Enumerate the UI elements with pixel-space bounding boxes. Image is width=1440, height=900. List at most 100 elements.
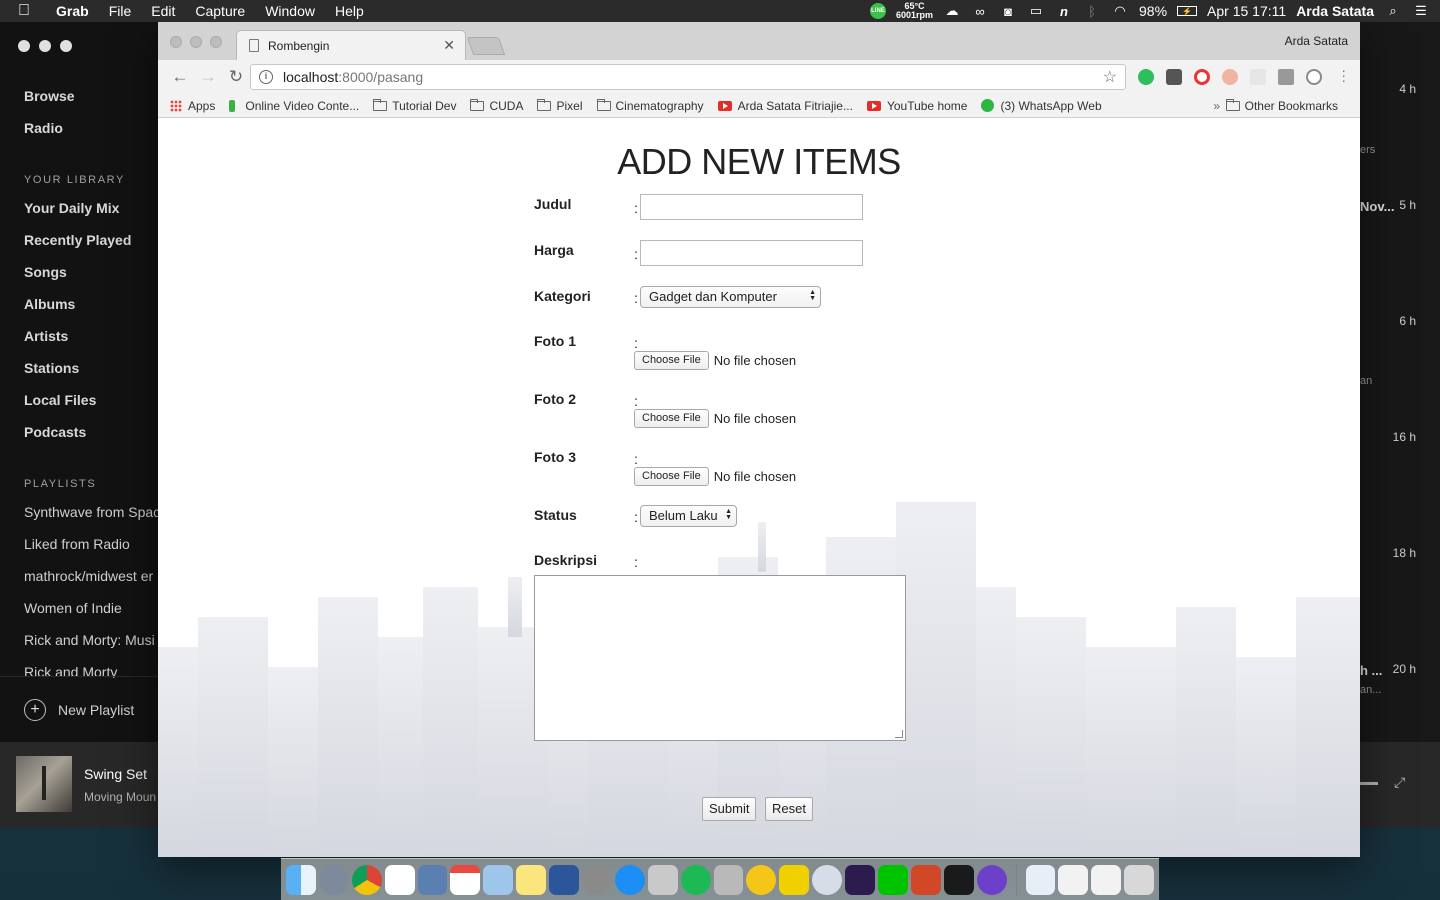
line-app-icon[interactable] xyxy=(878,864,908,895)
display-icon[interactable]: ▭ xyxy=(1027,3,1045,18)
bookmark-apps[interactable]: Apps xyxy=(170,99,215,113)
playlist-item[interactable]: Rick and Morty: Musi xyxy=(24,630,158,662)
screen-capture-icon[interactable]: ◙ xyxy=(999,4,1017,19)
bookmark-pixel[interactable]: Pixel xyxy=(537,98,583,113)
bookmark-cuda[interactable]: CUDA xyxy=(470,98,523,113)
volume-slider[interactable] xyxy=(1360,782,1378,785)
harga-input[interactable] xyxy=(640,240,863,266)
system-preferences-icon[interactable] xyxy=(582,864,612,895)
now-playing-track[interactable]: Swing Set xyxy=(84,766,147,782)
github-desktop-icon[interactable] xyxy=(976,864,1007,895)
chrome-icon[interactable] xyxy=(351,864,382,895)
judul-input[interactable] xyxy=(640,194,863,220)
terminal-icon[interactable] xyxy=(943,864,974,895)
album-cover[interactable] xyxy=(16,756,72,812)
bookmark-whatsapp[interactable]: (3) WhatsApp Web xyxy=(981,99,1102,113)
w-app-icon[interactable] xyxy=(779,864,810,895)
line-status-icon[interactable]: LINE xyxy=(869,3,886,19)
menu-capture[interactable]: Capture xyxy=(185,3,255,19)
profile-button[interactable]: Arda Satata xyxy=(1285,34,1348,48)
library-item[interactable]: Podcasts xyxy=(24,422,131,454)
cloud-icon[interactable]: ☁ xyxy=(943,3,961,18)
spotify-nav-browse[interactable]: Browse xyxy=(24,86,75,118)
bookmark-arda-youtube[interactable]: Arda Satata Fitriajie... xyxy=(717,99,853,113)
now-playing-artist[interactable]: Moving Moun xyxy=(84,790,158,804)
minimize-window-button[interactable] xyxy=(190,36,202,48)
download-extension-icon[interactable] xyxy=(1278,69,1294,85)
creative-cloud-icon[interactable]: ∞ xyxy=(971,4,989,19)
spotlight-search-icon[interactable]: ⌕ xyxy=(1384,3,1402,18)
finder-icon[interactable] xyxy=(286,864,316,895)
temperature-widget[interactable]: 65°C 6001rpm xyxy=(896,2,933,20)
menu-file[interactable]: File xyxy=(99,3,142,19)
wifi-icon[interactable]: ◠ xyxy=(1111,3,1129,18)
calendar-icon[interactable] xyxy=(450,864,481,895)
library-item[interactable]: Stations xyxy=(24,358,131,390)
bookmark-youtube-home[interactable]: YouTube home xyxy=(866,99,967,113)
notification-center-icon[interactable]: ☰ xyxy=(1412,3,1430,18)
settings-app-icon[interactable] xyxy=(812,864,843,895)
trash-icon[interactable] xyxy=(1124,864,1155,895)
playlist-item[interactable]: Synthwave from Spac xyxy=(24,502,158,534)
phpstorm-icon[interactable] xyxy=(845,864,876,895)
playlist-item[interactable]: Women of Indie xyxy=(24,598,158,630)
incognito-extension-icon[interactable] xyxy=(1166,69,1182,85)
menu-app-name[interactable]: Grab xyxy=(46,3,99,19)
block-extension-icon[interactable] xyxy=(1306,69,1322,85)
library-item[interactable]: Artists xyxy=(24,326,131,358)
grammarly-extension-icon[interactable] xyxy=(1138,69,1154,85)
new-playlist-button[interactable]: + New Playlist xyxy=(0,676,158,742)
apple-menu-icon[interactable]:  xyxy=(10,2,46,20)
color-extension-icon[interactable] xyxy=(1222,69,1238,85)
library-item[interactable]: Local Files xyxy=(24,390,131,422)
app-store-icon[interactable] xyxy=(614,864,645,895)
box-app-icon[interactable] xyxy=(483,864,514,895)
clock[interactable]: Apr 15 17:11 xyxy=(1207,3,1286,19)
foto2-file-input[interactable]: Choose File No file chosen xyxy=(634,409,796,428)
n-app-icon[interactable]: n xyxy=(1055,4,1073,19)
kategori-select[interactable]: Gadget dan Komputer ▲ ▼ xyxy=(640,286,821,308)
preview-icon[interactable] xyxy=(417,864,448,895)
status-select[interactable]: Belum Laku ▲ ▼ xyxy=(640,505,737,527)
powerpoint-icon[interactable] xyxy=(910,864,941,895)
deskripsi-textarea[interactable] xyxy=(534,575,906,741)
choose-file-button[interactable]: Choose File xyxy=(634,351,709,370)
spotify-icon[interactable] xyxy=(680,864,711,895)
info-icon[interactable]: i xyxy=(259,70,273,84)
bookmarks-overflow-icon[interactable]: » xyxy=(1213,99,1220,113)
library-item[interactable]: Albums xyxy=(24,294,131,326)
playlist-item[interactable]: mathrock/midwest er xyxy=(24,566,158,598)
bookmark-tutorial-dev[interactable]: Tutorial Dev xyxy=(373,98,456,113)
library-item[interactable]: Recently Played xyxy=(24,230,131,262)
bookmark-cinematography[interactable]: Cinematography xyxy=(596,98,704,113)
address-bar[interactable]: i localhost :8000/pasang ☆ xyxy=(250,64,1126,90)
reset-button[interactable]: Reset xyxy=(765,797,813,821)
close-tab-icon[interactable]: ✕ xyxy=(443,37,455,54)
grab-icon[interactable] xyxy=(647,864,678,895)
radioactive-app-icon[interactable] xyxy=(746,864,777,895)
battery-percent[interactable]: 98% xyxy=(1139,3,1167,19)
screenshot-icon[interactable] xyxy=(1058,864,1089,895)
battery-icon[interactable]: ⚡ xyxy=(1177,6,1198,16)
launchpad-icon[interactable] xyxy=(318,864,349,895)
library-item[interactable]: Songs xyxy=(24,262,131,294)
choose-file-button[interactable]: Choose File xyxy=(634,467,709,486)
menu-window[interactable]: Window xyxy=(255,3,325,19)
menu-edit[interactable]: Edit xyxy=(141,3,185,19)
document-icon[interactable] xyxy=(1025,864,1056,895)
playlist-item[interactable]: Liked from Radio xyxy=(24,534,158,566)
new-tab-button[interactable] xyxy=(466,37,506,55)
library-item[interactable]: Your Daily Mix xyxy=(24,198,131,230)
bluetooth-icon[interactable]: ᛒ xyxy=(1083,4,1101,19)
bookmark-online-video[interactable]: Online Video Conte... xyxy=(229,99,359,113)
menu-help[interactable]: Help xyxy=(325,3,374,19)
chrome-menu-icon[interactable]: · · · xyxy=(1341,63,1346,87)
other-bookmarks[interactable]: Other Bookmarks xyxy=(1225,99,1338,113)
zoom-window-button[interactable] xyxy=(210,36,222,48)
back-icon[interactable]: ← xyxy=(166,67,194,87)
notes-icon[interactable] xyxy=(516,864,547,895)
screenshot-icon[interactable] xyxy=(1091,864,1122,895)
utility-app-icon[interactable] xyxy=(713,864,744,895)
foto3-file-input[interactable]: Choose File No file chosen xyxy=(634,467,796,486)
bookmark-star-icon[interactable]: ☆ xyxy=(1103,67,1117,87)
